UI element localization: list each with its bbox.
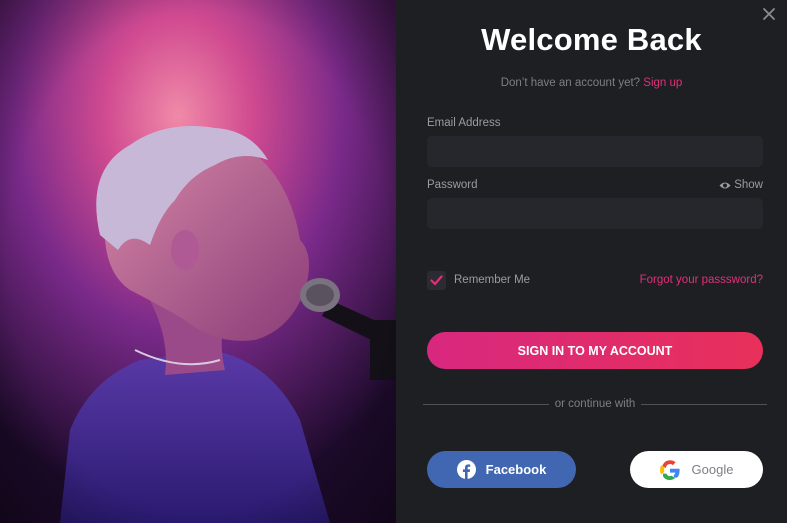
remember-me-label: Remember Me — [454, 274, 531, 286]
checkmark-icon — [430, 275, 443, 286]
eye-icon — [719, 182, 731, 188]
google-login-button[interactable]: Google — [630, 451, 763, 488]
password-label: Password — [427, 179, 478, 191]
show-password-label: Show — [734, 179, 763, 191]
login-modal: Welcome Back Don’t have an account yet? … — [0, 0, 787, 523]
signup-prompt-text: Don’t have an account yet? — [500, 77, 641, 89]
google-label: Google — [691, 462, 734, 477]
google-icon — [659, 459, 680, 480]
singer-photo — [0, 0, 396, 523]
sign-in-button[interactable]: SIGN IN TO MY ACCOUNT — [427, 332, 763, 369]
forgot-password-link[interactable]: Forgot your passsword? — [640, 274, 763, 286]
email-label: Email Address — [427, 117, 501, 129]
divider-line-right — [641, 403, 768, 405]
social-divider: or continue with — [423, 398, 768, 410]
page-title: Welcome Back — [481, 22, 702, 57]
remember-me-checkbox[interactable] — [427, 271, 446, 290]
divider-text: or continue with — [554, 398, 636, 410]
email-field[interactable] — [427, 136, 763, 167]
facebook-icon — [456, 460, 476, 479]
login-panel: Welcome Back Don’t have an account yet? … — [396, 0, 787, 523]
facebook-login-button[interactable]: Facebook — [427, 451, 576, 488]
divider-line-left — [423, 403, 549, 405]
close-icon — [763, 8, 775, 20]
signup-prompt: Don’t have an account yet? Sign up — [396, 77, 787, 89]
singer-illustration — [0, 0, 396, 523]
facebook-label: Facebook — [485, 462, 547, 477]
show-password-toggle[interactable]: Show — [719, 179, 763, 191]
signup-link[interactable]: Sign up — [643, 77, 682, 89]
close-button[interactable] — [759, 4, 779, 24]
password-field[interactable] — [427, 198, 763, 229]
